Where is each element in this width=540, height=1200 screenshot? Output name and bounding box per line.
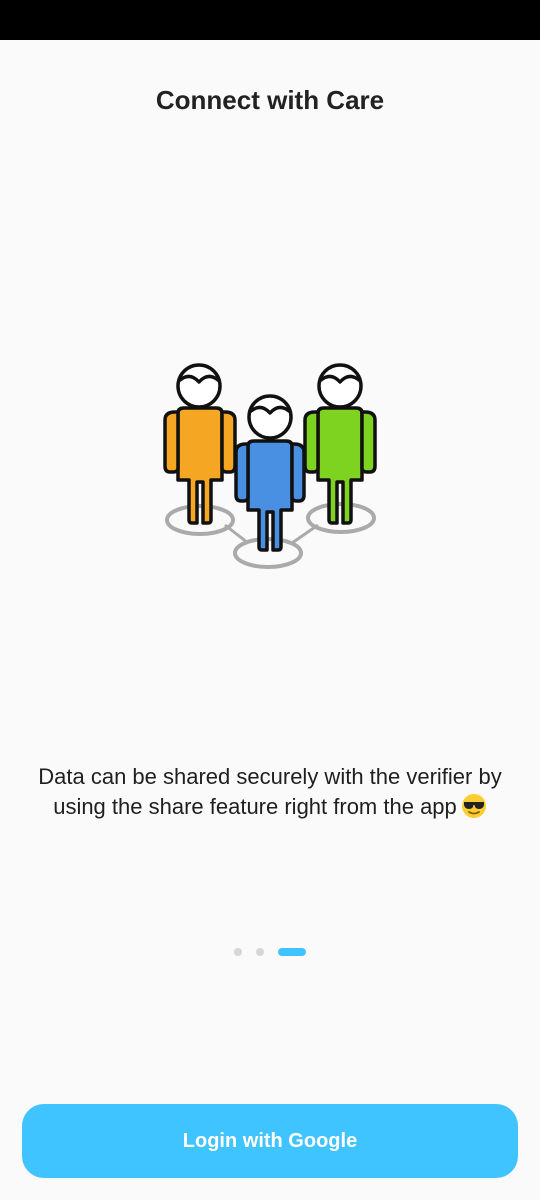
page-dot-1: [234, 948, 242, 956]
page-title: Connect with Care: [155, 85, 385, 115]
person-center: [234, 394, 306, 552]
sunglasses-emoji-icon: [461, 794, 486, 818]
page-indicator: [0, 947, 540, 957]
page-dot-2: [256, 948, 264, 956]
onboarding-description: Data can be shared securely with the ver…: [10, 762, 530, 822]
person-left: [163, 363, 237, 525]
person-right: [303, 363, 377, 525]
description-text: Data can be shared securely with the ver…: [38, 764, 502, 819]
people-network-icon: [163, 363, 377, 569]
onboarding-screen: Connect with Care Data can be shared sec…: [0, 0, 540, 1200]
page-dot-3-active: [278, 948, 306, 956]
status-bar: [0, 0, 540, 40]
login-with-google-button[interactable]: Login with Google: [22, 1104, 518, 1178]
